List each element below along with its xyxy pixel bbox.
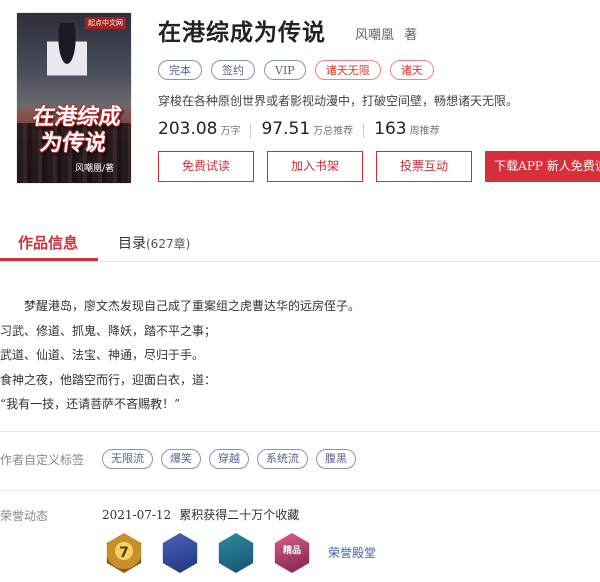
- custom-tag[interactable]: 无限流: [102, 449, 153, 469]
- free-read-button[interactable]: 免费试读: [158, 151, 254, 182]
- cover-author: 风嘲凰/著: [75, 164, 115, 174]
- divider: [0, 490, 600, 491]
- honor-date: 2021-07-12: [102, 508, 172, 522]
- synopsis-line: 食神之夜，他踏空而行，迎面白衣，道：: [0, 372, 217, 387]
- honor-label: 荣誉动态: [0, 509, 49, 523]
- synopsis-line: “我有一技，还请菩萨不吝赐教！”: [0, 397, 181, 411]
- book-author[interactable]: 风嘲凰 著: [355, 27, 417, 45]
- tag-completed[interactable]: 完本: [158, 60, 202, 80]
- book-cover[interactable]: 起点中文网 在港综成为传说 风嘲凰/著: [17, 13, 131, 183]
- stat-divider: [363, 123, 365, 138]
- vote-button[interactable]: 投票互动: [376, 151, 472, 182]
- honor-hall-link[interactable]: 荣誉殿堂: [328, 544, 376, 562]
- add-to-shelf-button[interactable]: 加入书架: [267, 151, 363, 182]
- medal-book-icon[interactable]: [218, 533, 254, 573]
- total-recommend: 97.51: [261, 119, 311, 139]
- synopsis-line: 梦醒港岛，廖文杰发现自己成了重案组之虎曹达华的远房侄子。: [24, 299, 361, 313]
- tag-signed[interactable]: 签约: [211, 60, 255, 80]
- word-count: 203.08: [158, 119, 218, 139]
- medal-level: 7: [119, 545, 129, 561]
- tag-vip[interactable]: VIP: [264, 60, 306, 80]
- custom-tags: 无限流 爆笑 穿越 系统流 腹黑: [102, 449, 356, 469]
- medal-quality-icon[interactable]: 精品: [274, 533, 310, 573]
- synopsis-line: 武道、仙道、法宝、神通，尽归于手。: [0, 348, 205, 362]
- synopsis: 梦醒港岛，廖文杰发现自己成了重案组之虎曹达华的远房侄子。 习武、修道、抓鬼、降妖…: [0, 294, 590, 417]
- honor-description: 累积获得二十万个收藏: [179, 508, 300, 522]
- active-tab-indicator: [0, 258, 98, 261]
- honor-medals: 7 精品: [104, 533, 312, 573]
- download-app-button[interactable]: 下载APP 新人免费读: [485, 151, 600, 182]
- stat-divider: [250, 123, 252, 138]
- cover-publisher: 起点中文网: [85, 17, 126, 29]
- book-stats: 203.08 万字 97.51 万总推荐 163 周推荐: [158, 118, 440, 143]
- book-tags: 完本 签约 VIP 诸天无限 诸天: [158, 60, 434, 80]
- tab-toc-label: 目录: [118, 236, 146, 252]
- word-count-unit: 万字: [220, 126, 241, 137]
- custom-tag[interactable]: 爆笑: [161, 449, 201, 469]
- tag-category[interactable]: 诸天无限: [314, 60, 381, 80]
- medal-gold-icon[interactable]: 7: [106, 533, 142, 573]
- divider: [0, 431, 600, 432]
- weekly-recommend-unit: 周推荐: [409, 126, 440, 137]
- cover-figure: [47, 23, 87, 98]
- author-suffix: 著: [404, 28, 418, 43]
- custom-tags-label: 作者自定义标签: [0, 453, 85, 467]
- cover-title: 在港综成为传说: [31, 105, 123, 156]
- action-buttons: 免费试读 加入书架 投票互动 下载APP 新人免费读: [158, 151, 600, 182]
- honor-event: 2021-07-12 累积获得二十万个收藏: [102, 506, 299, 524]
- total-recommend-unit: 万总推荐: [313, 126, 354, 137]
- custom-tag[interactable]: 穿越: [209, 449, 249, 469]
- tag-subcategory[interactable]: 诸天: [389, 60, 434, 80]
- chapter-count: (627章): [146, 237, 191, 251]
- custom-tag[interactable]: 腹黑: [316, 449, 356, 469]
- synopsis-line: 习武、修道、抓鬼、降妖，踏不平之事；: [0, 323, 217, 338]
- custom-tag[interactable]: 系统流: [257, 449, 308, 469]
- book-intro: 穿梭在各种原创世界或者影视动漫中，打破空间壁，畅想诸天无限。: [158, 94, 519, 108]
- medal-text: 精品: [282, 546, 301, 556]
- tab-table-of-contents[interactable]: 目录(627章): [118, 233, 190, 255]
- tab-book-info[interactable]: 作品信息: [18, 232, 78, 254]
- weekly-recommend: 163: [374, 119, 407, 139]
- medal-fist-icon[interactable]: [162, 533, 198, 573]
- book-title: 在港综成为传说: [158, 20, 326, 46]
- author-name[interactable]: 风嘲凰: [355, 28, 394, 43]
